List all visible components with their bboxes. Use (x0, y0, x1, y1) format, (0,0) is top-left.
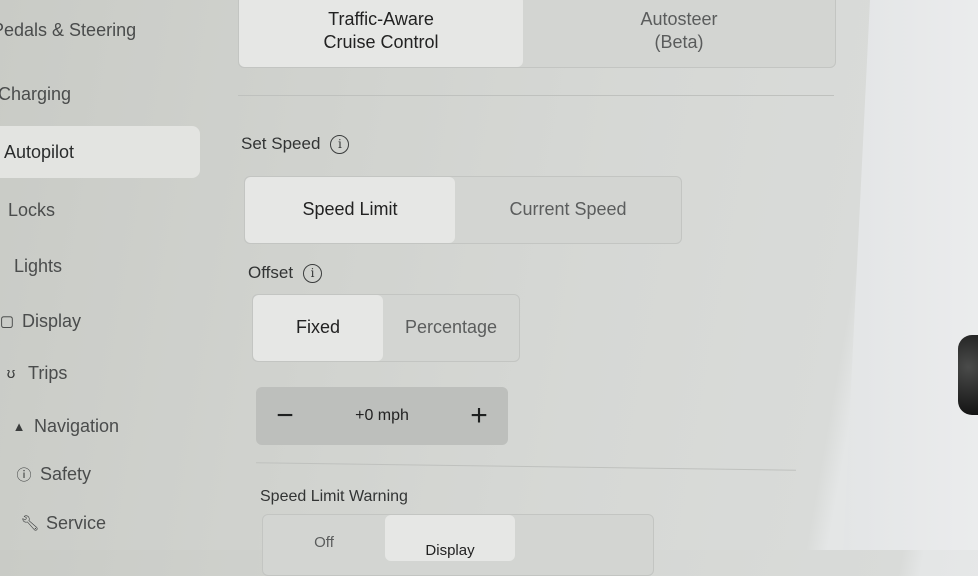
speed-limit-option[interactable]: Speed Limit (245, 177, 455, 243)
sidebar-item-label: Pedals & Steering (0, 19, 137, 40)
sidebar-item-label: Safety (40, 463, 92, 484)
warning-display-option[interactable]: Display (385, 515, 515, 561)
sidebar-item-locks[interactable]: Locks (0, 184, 55, 236)
section-divider (256, 462, 796, 471)
sidebar-item-label: Lights (14, 255, 63, 276)
sidebar-item-service[interactable]: 🔧︎ Service (14, 497, 106, 549)
navigation-arrow-icon: ▲ (12, 418, 26, 434)
trips-icon: ʊ (6, 364, 16, 382)
sidebar-item-lights[interactable]: Lights (0, 240, 62, 292)
percentage-option[interactable]: Percentage (383, 295, 519, 361)
sidebar-item-label: Navigation (34, 415, 120, 436)
sidebar-item-label: Service (46, 512, 107, 533)
sidebar-item-safety[interactable]: ⓘ Safety (8, 448, 91, 500)
offset-value: +0 mph (355, 407, 409, 424)
info-icon[interactable]: i (303, 263, 323, 283)
offset-label: Offset i (248, 263, 323, 283)
offset-label-text: Offset (248, 263, 294, 282)
wrench-icon: 🔧︎ (20, 515, 40, 532)
sidebar-item-label: Trips (28, 362, 68, 383)
speed-limit-warning-label: Speed Limit Warning (260, 488, 408, 506)
sidebar-item-display[interactable]: ▢ Display (0, 295, 81, 347)
screen-bezel (843, 0, 978, 550)
offset-stepper: − +0 mph + (256, 387, 508, 445)
warning-off-option[interactable]: Off (263, 515, 385, 553)
current-speed-option[interactable]: Current Speed (455, 177, 681, 243)
autopilot-settings-panel: Traffic-Aware Cruise Control Autosteer (… (236, 0, 836, 576)
decrease-button[interactable]: − (270, 401, 300, 431)
info-icon[interactable]: i (330, 134, 350, 154)
sidebar-item-pedals-steering[interactable]: Pedals & Steering (0, 4, 136, 56)
display-icon: ▢ (0, 313, 15, 330)
sidebar-item-label: Charging (0, 83, 72, 104)
sidebar-item-label: Display (22, 310, 82, 331)
sidebar-item-label: Autopilot (4, 141, 75, 162)
increase-button[interactable]: + (464, 401, 494, 431)
set-speed-label-text: Set Speed (241, 134, 321, 153)
autosteer-option[interactable]: Autosteer (Beta) (523, 0, 835, 67)
autopilot-mode-selector[interactable]: Traffic-Aware Cruise Control Autosteer (… (238, 0, 836, 68)
section-divider (238, 95, 834, 96)
sidebar-item-label: Locks (8, 199, 56, 220)
sidebar-item-trips[interactable]: ʊ Trips (0, 347, 68, 399)
fixed-option[interactable]: Fixed (253, 295, 383, 361)
speed-limit-warning-label-text: Speed Limit Warning (260, 488, 408, 505)
offset-type-selector[interactable]: Fixed Percentage (252, 294, 520, 362)
sidebar-item-charging[interactable]: Charging (0, 68, 71, 120)
sidebar-item-navigation[interactable]: ▲ Navigation (4, 400, 120, 452)
safety-alert-icon: ⓘ (16, 466, 32, 484)
speed-limit-warning-selector[interactable]: Off Display (262, 514, 654, 576)
settings-sidebar: Pedals & Steering Charging Autopilot Loc… (0, 0, 200, 550)
sidebar-item-autopilot[interactable]: Autopilot (0, 126, 200, 178)
hardware-knob (958, 335, 978, 415)
set-speed-selector[interactable]: Speed Limit Current Speed (244, 176, 682, 244)
set-speed-label: Set Speed i (241, 134, 350, 154)
tacc-option[interactable]: Traffic-Aware Cruise Control (239, 0, 523, 67)
